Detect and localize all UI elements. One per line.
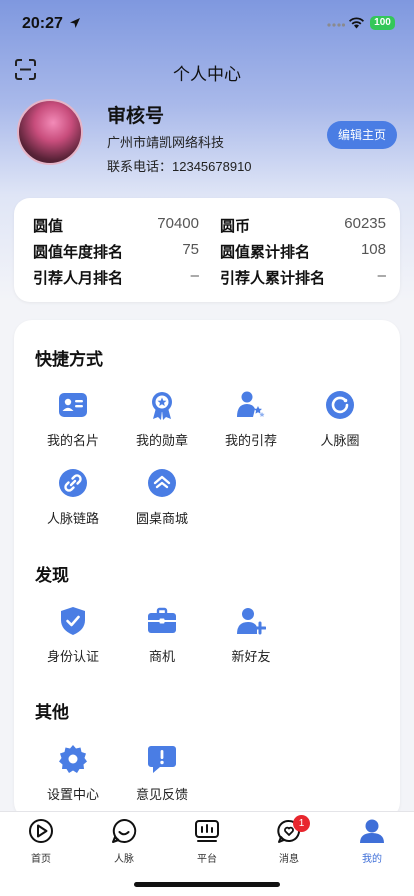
item-label: 商机 <box>148 649 175 664</box>
item-label: 人脉链路 <box>46 511 99 526</box>
profile-phone: 联系电话：12345678910 <box>107 159 252 174</box>
stat-label: 圆值累计排名 <box>220 244 311 261</box>
home-icon <box>29 819 53 843</box>
item-label: 意见反馈 <box>135 787 188 802</box>
shortcut-roundtable-mall[interactable]: 圆桌商城 <box>117 468 207 528</box>
wifi-icon <box>349 17 364 29</box>
home-indicator <box>134 882 280 887</box>
shortcut-my-card[interactable]: 我的名片 <box>28 390 118 450</box>
section-title-other: 其他 <box>35 703 69 722</box>
stat-label: 圆值年度排名 <box>33 244 124 261</box>
message-badge: 1 <box>293 815 310 832</box>
item-label: 圆桌商城 <box>135 511 188 526</box>
contacts-icon <box>112 818 137 843</box>
mall-icon <box>148 469 176 497</box>
stats-card: 圆值 70400 圆币 60235 圆值年度排名 75 圆值累计排名 108 引… <box>14 198 400 302</box>
platform-icon <box>195 820 219 842</box>
battery-indicator: 100 <box>370 16 395 30</box>
shortcut-network-link[interactable]: 人脉链路 <box>28 468 118 528</box>
discover-business-opportunity[interactable]: 商机 <box>117 606 207 666</box>
stat-value: – <box>190 267 199 284</box>
other-settings-center[interactable]: 设置中心 <box>28 744 118 804</box>
section-title-discover: 发现 <box>35 566 69 585</box>
stat-value: 108 <box>360 241 386 258</box>
profile-icon <box>360 819 384 843</box>
gear-icon <box>59 745 87 773</box>
link-icon <box>59 469 87 497</box>
shortcut-my-medal[interactable]: 我的勋章 <box>117 390 207 450</box>
circle-icon <box>326 391 354 419</box>
tab-label: 消息 <box>279 854 299 865</box>
item-label: 我的勋章 <box>135 433 188 448</box>
item-label: 我的引荐 <box>224 433 277 448</box>
other-feedback[interactable]: 意见反馈 <box>117 744 207 804</box>
page-title: 个人中心 <box>173 65 241 84</box>
avatar[interactable] <box>17 99 83 165</box>
menu-card: 快捷方式 我的名片 我的勋章 我的引荐 人脉圈 人脉链路 圆桌商城 发现 身份认… <box>14 320 400 820</box>
stat-label: 圆值 <box>33 218 64 235</box>
tab-label: 我的 <box>362 854 382 865</box>
tab-label: 首页 <box>31 854 51 865</box>
discover-identity-verify[interactable]: 身份认证 <box>28 606 118 666</box>
tab-label: 人脉 <box>114 854 134 865</box>
section-title-shortcuts: 快捷方式 <box>35 350 103 369</box>
item-label: 我的名片 <box>46 433 99 448</box>
shield-check-icon <box>61 607 85 635</box>
item-label: 人脉圈 <box>320 433 360 448</box>
edit-homepage-button[interactable]: 编辑主页 <box>327 121 397 149</box>
item-label: 设置中心 <box>46 787 99 802</box>
shortcut-my-referral[interactable]: 我的引荐 <box>206 390 296 450</box>
shortcut-network-circle[interactable]: 人脉圈 <box>295 390 385 450</box>
stat-label: 圆币 <box>220 218 251 235</box>
stat-value: 75 <box>182 241 199 258</box>
profile-company: 广州市靖凯网络科技 <box>107 135 225 150</box>
stat-value: 70400 <box>157 215 199 232</box>
add-friend-icon <box>237 608 266 635</box>
discover-new-friends[interactable]: 新好友 <box>206 606 296 666</box>
medal-icon <box>152 392 172 420</box>
business-card-icon <box>59 393 87 417</box>
tab-label: 平台 <box>197 854 217 865</box>
stat-value: 60235 <box>344 215 386 232</box>
item-label: 身份认证 <box>46 649 99 664</box>
location-arrow-icon <box>70 18 80 28</box>
status-time: 20:27 <box>22 15 63 32</box>
feedback-icon <box>148 746 176 773</box>
signal-dots-icon <box>327 23 345 27</box>
item-label: 新好友 <box>231 649 271 664</box>
stat-value: – <box>377 267 386 284</box>
briefcase-icon <box>148 607 176 633</box>
status-bar: 20:27 100 <box>0 0 414 48</box>
profile-name: 审核号 <box>107 106 165 127</box>
stat-label: 引荐人月排名 <box>33 270 124 287</box>
referral-icon <box>237 391 265 417</box>
